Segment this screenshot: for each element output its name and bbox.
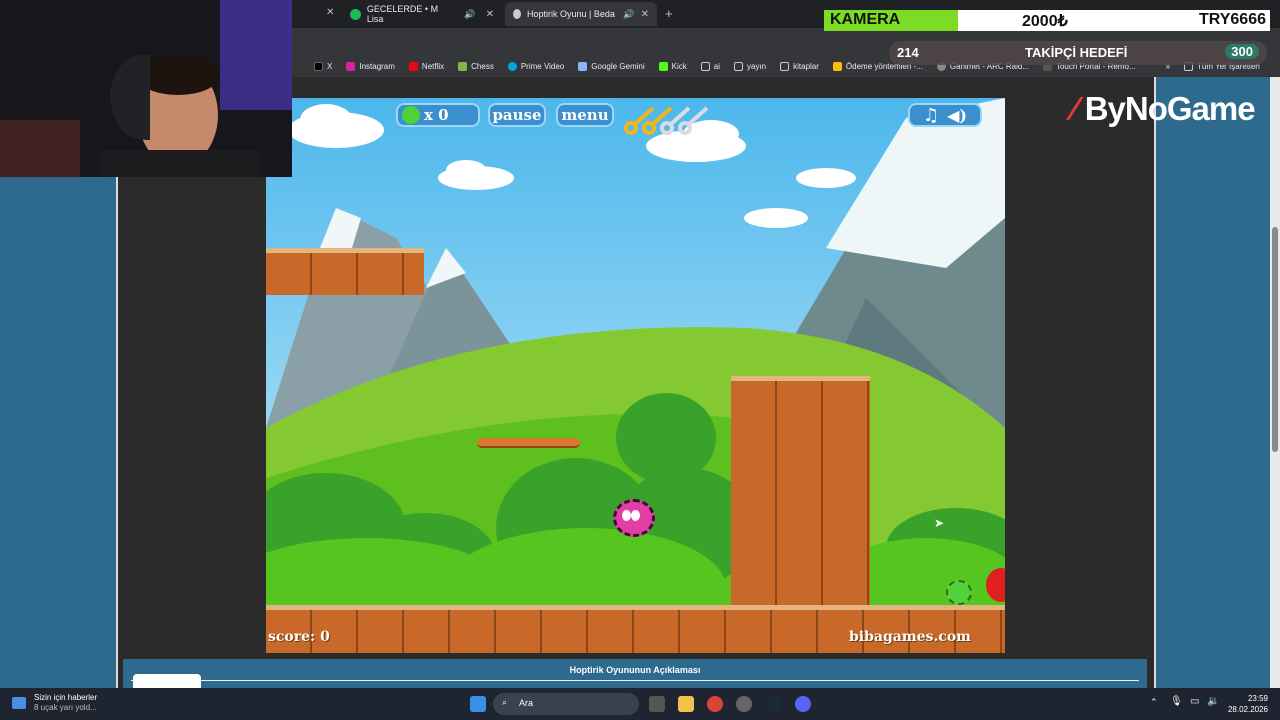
tab-music[interactable]: GECELERDE • M Lisa 🔊 ✕ (342, 2, 502, 26)
windows-start-icon[interactable] (470, 696, 486, 712)
taskbar-search[interactable]: ⌕ Ara (493, 693, 639, 715)
game-scenery (266, 98, 1005, 653)
game-canvas[interactable]: x 0 pause menu ♫ ◀) ➤ score: 0 bibagames… (266, 98, 1005, 653)
bookmark-gemini[interactable]: Google Gemini (578, 61, 645, 71)
site-brand[interactable]: bibagames.com (849, 629, 971, 645)
taskbar: Sizin için haberler 8 uçak yarı yold... … (0, 688, 1280, 720)
follower-target: 300 (1225, 44, 1259, 59)
favicon-icon (513, 9, 521, 19)
lives-value: x 0 (424, 106, 449, 124)
sound-controls[interactable]: ♫ ◀) (908, 103, 982, 127)
tab-label: Hoptirik Oyunu | Bedava Be (526, 9, 615, 19)
tab-close-icon[interactable]: ✕ (326, 7, 334, 18)
green-ball-creature (946, 580, 972, 605)
divider (131, 680, 1139, 681)
microphone-icon[interactable]: 🎙 (1170, 696, 1183, 707)
pause-button[interactable]: pause (488, 103, 546, 127)
follower-current: 214 (897, 45, 919, 60)
bookmark-folder-yayin[interactable]: yayın (734, 61, 766, 71)
search-icon: ⌕ (502, 697, 508, 707)
weather-icon[interactable] (12, 697, 26, 709)
bynogame-logo: ⁄ ByNoGame (1072, 90, 1256, 127)
clock[interactable]: 23:59 28.02.2026 (1228, 693, 1268, 715)
chrome-icon[interactable] (707, 696, 723, 712)
tab-label: GECELERDE • M Lisa (366, 4, 439, 24)
description-title: Hoptirik Oyununun Açıklaması (569, 665, 701, 675)
bookmark-instagram[interactable]: Instagram (346, 61, 395, 71)
bookmark-x[interactable]: X (314, 61, 332, 71)
follower-goal-label: TAKİPÇİ HEDEFİ (1025, 45, 1128, 60)
task-view-icon[interactable] (649, 696, 665, 712)
news-widget[interactable]: Sizin için haberler 8 uçak yarı yold... (34, 693, 97, 713)
speaker-icon[interactable]: 🔊 (623, 9, 634, 20)
bookmark-kick[interactable]: Kick (658, 61, 687, 71)
network-icon[interactable]: ▭ (1190, 696, 1199, 707)
score-label: score: 0 (268, 629, 330, 645)
spotify-icon (350, 8, 361, 20)
volume-icon[interactable]: 🔉 (1207, 696, 1219, 707)
bookmark-folder-ai[interactable]: ai (700, 61, 720, 71)
speaker-icon[interactable]: ◀) (947, 106, 967, 125)
camera-goal-target: TRY6666 (1199, 11, 1266, 28)
scrollbar[interactable] (1270, 77, 1280, 688)
file-explorer-icon[interactable] (678, 696, 694, 712)
mouse-cursor-icon: ➤ (934, 516, 945, 530)
bookmark-chess[interactable]: Chess (458, 61, 494, 71)
close-icon[interactable]: ✕ (641, 9, 649, 20)
chevron-up-icon[interactable]: ⌃ (1150, 697, 1158, 708)
pink-ball-player (613, 499, 655, 537)
webcam-overlay (0, 0, 292, 177)
wood-platform-upper (266, 248, 424, 295)
steam-icon[interactable] (765, 696, 781, 712)
streamer-face (0, 0, 292, 177)
new-tab-icon[interactable]: + (665, 6, 673, 21)
lives-counter: x 0 (396, 103, 480, 127)
player-icon (402, 106, 420, 124)
bookmark-prime-video[interactable]: Prime Video (507, 61, 564, 71)
close-icon[interactable]: ✕ (486, 9, 494, 20)
menu-button[interactable]: menu (556, 103, 614, 127)
key-icon (624, 106, 655, 135)
bookmark-folder-kitaplar[interactable]: kitaplar (780, 61, 819, 71)
keys-collected (621, 106, 726, 136)
camera-goal-label: KAMERA (830, 11, 901, 28)
music-icon[interactable]: ♫ (923, 105, 939, 126)
floating-log-platform (477, 438, 580, 448)
discord-icon[interactable] (795, 696, 811, 712)
camera-goal-bar: KAMERA 2000₺ TRY6666 (824, 10, 1270, 31)
tab-game[interactable]: Hoptirik Oyunu | Bedava Be 🔊 ✕ (505, 2, 657, 26)
follower-goal-bar: 214 TAKİPÇİ HEDEFİ 300 (889, 41, 1267, 65)
page-button[interactable] (133, 674, 201, 688)
description-header: Hoptirik Oyununun Açıklaması (123, 659, 1147, 689)
bookmark-netflix[interactable]: Netflix (408, 61, 444, 71)
camera-goal-amount: 2000₺ (1022, 13, 1068, 30)
app-icon[interactable] (736, 696, 752, 712)
scrollbar-thumb[interactable] (1272, 227, 1278, 452)
speaker-icon[interactable]: 🔊 (464, 9, 475, 20)
